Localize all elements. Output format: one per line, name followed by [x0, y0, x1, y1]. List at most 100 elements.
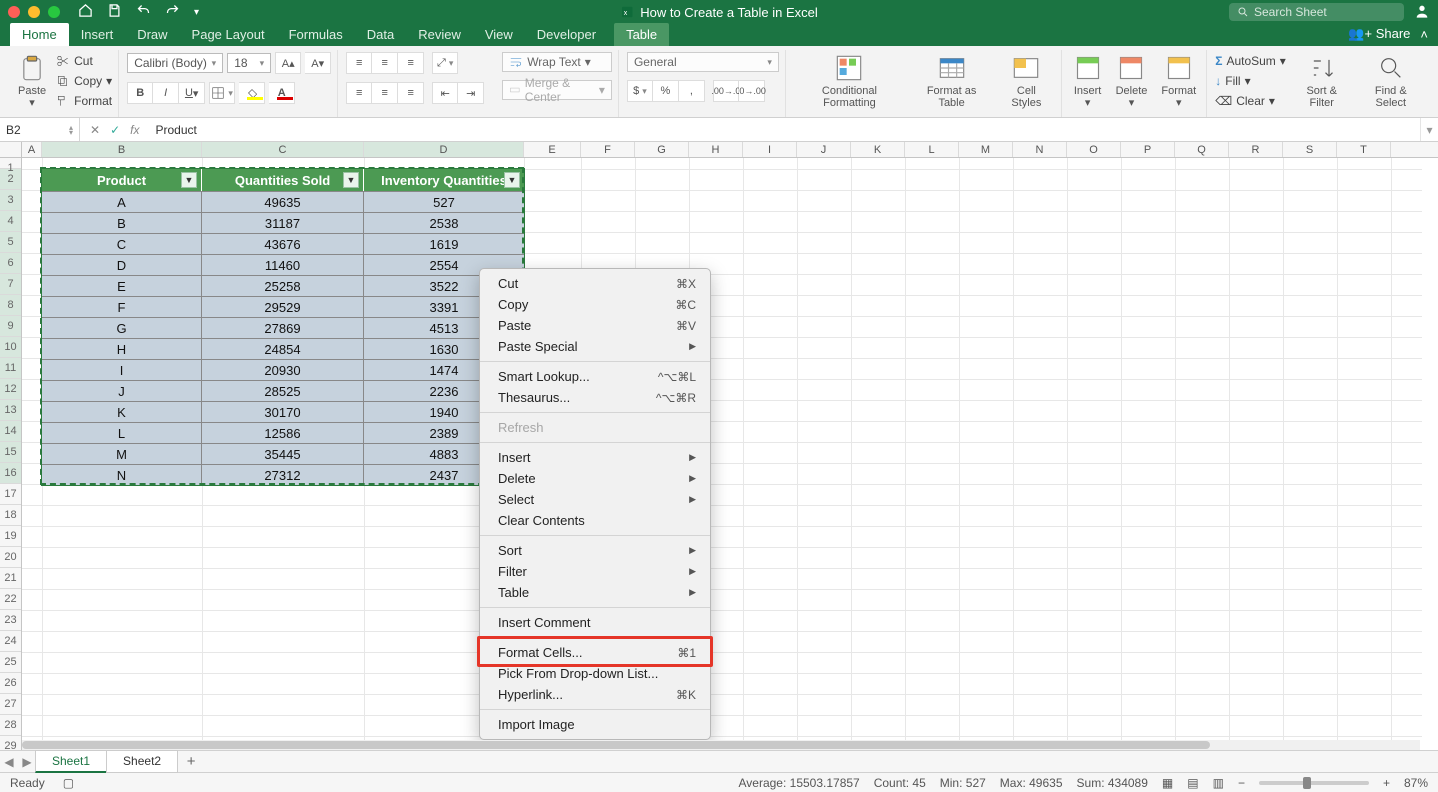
minimize-window-icon[interactable] — [28, 6, 40, 18]
table-cell[interactable]: 12586 — [202, 422, 364, 443]
table-header[interactable]: Product▼ — [42, 169, 202, 191]
ribbon-tab-page-layout[interactable]: Page Layout — [180, 23, 277, 46]
table-cell[interactable]: L — [42, 422, 202, 443]
number-format-selector[interactable]: General — [627, 52, 779, 72]
context-menu-item-insert-comment[interactable]: Insert Comment — [480, 612, 710, 633]
row-header-18[interactable]: 18 — [0, 505, 21, 526]
filter-button[interactable]: ▼ — [343, 172, 359, 188]
table-row[interactable]: A49635527 — [42, 191, 524, 212]
font-color-button[interactable]: A — [269, 82, 295, 104]
column-header-C[interactable]: C — [202, 142, 364, 157]
table-cell[interactable]: I — [42, 359, 202, 380]
table-cell[interactable]: C — [42, 233, 202, 254]
zoom-slider[interactable] — [1259, 781, 1369, 785]
ribbon-tab-insert[interactable]: Insert — [69, 23, 126, 46]
table-cell[interactable]: 30170 — [202, 401, 364, 422]
font-selector[interactable]: Calibri (Body) — [127, 53, 223, 73]
font-size-selector[interactable]: 18 — [227, 53, 271, 73]
cell-styles-button[interactable]: Cell Styles — [998, 52, 1054, 111]
row-header-4[interactable]: 4 — [0, 211, 21, 232]
share-button[interactable]: 👥+ Share — [1348, 26, 1410, 42]
sort-filter-button[interactable]: Sort & Filter — [1292, 52, 1352, 111]
column-header-H[interactable]: H — [689, 142, 743, 157]
table-cell[interactable]: 24854 — [202, 338, 364, 359]
table-cell[interactable]: 527 — [364, 191, 524, 212]
zoom-in-button[interactable]: + — [1383, 776, 1390, 790]
row-header-21[interactable]: 21 — [0, 568, 21, 589]
context-menu-item-pick-from-drop-down-list[interactable]: Pick From Drop-down List... — [480, 663, 710, 684]
collapse-ribbon-icon[interactable]: ˄ — [1420, 27, 1428, 42]
cancel-formula-icon[interactable]: ✕ — [90, 123, 100, 137]
redo-icon[interactable] — [165, 3, 180, 21]
table-row[interactable]: B311872538 — [42, 212, 524, 233]
decrease-decimal-button[interactable]: .0→.00 — [739, 80, 765, 102]
table-cell[interactable]: A — [42, 191, 202, 212]
table-cell[interactable]: 28525 — [202, 380, 364, 401]
table-cell[interactable]: H — [42, 338, 202, 359]
row-header-25[interactable]: 25 — [0, 652, 21, 673]
column-header-N[interactable]: N — [1013, 142, 1067, 157]
row-header-1[interactable]: 1 — [0, 158, 21, 169]
row-header-26[interactable]: 26 — [0, 673, 21, 694]
context-menu-item-copy[interactable]: Copy⌘C — [480, 294, 710, 315]
comma-format-button[interactable]: , — [679, 80, 705, 102]
formula-input[interactable]: Product — [149, 123, 1420, 137]
zoom-window-icon[interactable] — [48, 6, 60, 18]
table-cell[interactable]: 31187 — [202, 212, 364, 233]
context-menu-item-insert[interactable]: Insert — [480, 447, 710, 468]
table-header[interactable]: Inventory Quantities▼ — [364, 169, 524, 191]
accounting-format-button[interactable]: $ — [627, 80, 653, 102]
ribbon-tab-developer[interactable]: Developer — [525, 23, 608, 46]
table-cell[interactable]: 20930 — [202, 359, 364, 380]
align-top-button[interactable]: ≡ — [346, 52, 372, 74]
context-menu-item-delete[interactable]: Delete — [480, 468, 710, 489]
table-row[interactable]: C436761619 — [42, 233, 524, 254]
align-center-button[interactable]: ≡ — [372, 82, 398, 104]
column-header-R[interactable]: R — [1229, 142, 1283, 157]
cut-button[interactable]: Cut — [56, 52, 112, 70]
zoom-out-button[interactable]: − — [1238, 776, 1245, 790]
row-header-14[interactable]: 14 — [0, 421, 21, 442]
column-header-J[interactable]: J — [797, 142, 851, 157]
underline-button[interactable]: U ▾ — [179, 82, 205, 104]
table-cell[interactable]: N — [42, 464, 202, 485]
insert-cells-button[interactable]: Insert▾ — [1070, 52, 1106, 111]
bold-button[interactable]: B — [127, 82, 153, 104]
ribbon-tab-formulas[interactable]: Formulas — [277, 23, 355, 46]
increase-font-button[interactable]: A▴ — [275, 52, 301, 74]
row-header-5[interactable]: 5 — [0, 232, 21, 253]
row-header-20[interactable]: 20 — [0, 547, 21, 568]
row-header-9[interactable]: 9 — [0, 316, 21, 337]
borders-button[interactable] — [209, 82, 235, 104]
increase-decimal-button[interactable]: .00→.0 — [713, 80, 739, 102]
row-header-13[interactable]: 13 — [0, 400, 21, 421]
paste-button[interactable]: Paste▾ — [14, 52, 50, 111]
row-header-27[interactable]: 27 — [0, 694, 21, 715]
context-menu-item-format-cells[interactable]: Format Cells...⌘1 — [480, 642, 710, 663]
column-header-G[interactable]: G — [635, 142, 689, 157]
context-menu-item-hyperlink[interactable]: Hyperlink...⌘K — [480, 684, 710, 705]
horizontal-scrollbar[interactable] — [22, 740, 1420, 750]
undo-icon[interactable] — [136, 3, 151, 21]
table-cell[interactable]: F — [42, 296, 202, 317]
sheet-tab-sheet2[interactable]: Sheet2 — [106, 750, 178, 773]
table-cell[interactable]: E — [42, 275, 202, 296]
decrease-indent-button[interactable]: ⇤ — [432, 82, 458, 104]
data-table[interactable]: Product▼Quantities Sold▼Inventory Quanti… — [41, 168, 525, 486]
context-menu-item-select[interactable]: Select — [480, 489, 710, 510]
table-row[interactable]: H248541630 — [42, 338, 524, 359]
decrease-font-button[interactable]: A▾ — [305, 52, 331, 74]
row-header-7[interactable]: 7 — [0, 274, 21, 295]
delete-cells-button[interactable]: Delete▾ — [1112, 52, 1152, 111]
autosum-button[interactable]: ΣAutoSum ▾ — [1215, 52, 1286, 70]
row-header-23[interactable]: 23 — [0, 610, 21, 631]
column-header-L[interactable]: L — [905, 142, 959, 157]
expand-formula-bar-icon[interactable]: ▾ — [1420, 118, 1438, 141]
context-menu-item-clear-contents[interactable]: Clear Contents — [480, 510, 710, 531]
row-header-19[interactable]: 19 — [0, 526, 21, 547]
column-header-T[interactable]: T — [1337, 142, 1391, 157]
context-menu-item-thesaurus[interactable]: Thesaurus...^⌥⌘R — [480, 387, 710, 408]
align-right-button[interactable]: ≡ — [398, 82, 424, 104]
find-select-button[interactable]: Find & Select — [1358, 52, 1424, 111]
table-cell[interactable]: 11460 — [202, 254, 364, 275]
